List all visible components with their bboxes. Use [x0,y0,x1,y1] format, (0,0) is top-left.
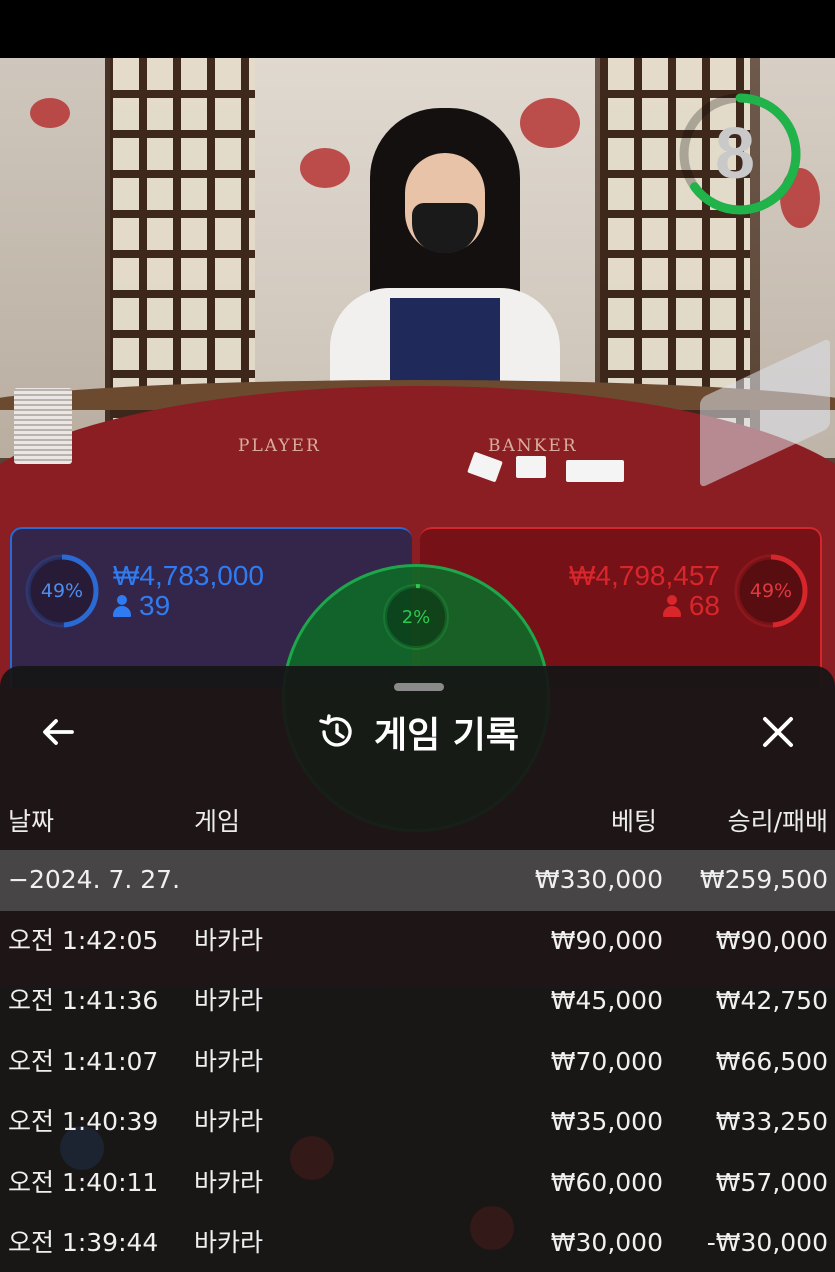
row-time: 오전 1:39:44 [8,1228,159,1257]
player-percent-gauge: 49% [22,551,102,631]
row-bet: ₩45,000 [550,986,663,1015]
playing-card [516,456,546,478]
table-banker-text: BANKER [488,436,578,456]
table-player-text: PLAYER [238,436,321,456]
row-game: 바카라 [194,1107,264,1136]
playing-card [566,460,624,482]
player-percent: 49% [40,580,84,602]
back-arrow-icon [43,719,74,745]
row-time: 오전 1:41:07 [8,1046,159,1076]
banker-percent: 49% [749,580,793,602]
column-header-game: 게임 [194,807,241,836]
history-icon [319,714,352,747]
row-time: 오전 1:42:05 [8,925,159,955]
close-button[interactable] [756,710,800,754]
date-group-result-total: ₩259,500 [699,865,828,894]
sheet-title: 게임 기록 [373,715,519,756]
status-bar [0,0,835,58]
close-icon [763,717,793,747]
column-header-result: 승리/패배 [727,807,828,836]
row-result: -₩30,000 [706,1228,828,1257]
banker-stats: ₩4,798,457 68 [540,561,720,621]
date-group-row[interactable]: −2024. 7. 27. ₩330,000 ₩259,500 [0,850,835,911]
row-bet: ₩30,000 [550,1228,663,1257]
row-bet: ₩35,000 [550,1107,663,1136]
row-bet: ₩70,000 [550,1046,663,1076]
sheet-header: 게임 기록 [0,702,835,762]
table-row[interactable]: 오전 1:40:39 바카라 ₩35,000 ₩33,250 [0,1092,835,1153]
history-table: −2024. 7. 27. ₩330,000 ₩259,500 오전 1:42:… [0,850,835,1272]
row-result: ₩33,250 [715,1107,828,1136]
table-row[interactable]: 오전 1:42:05 바카라 ₩90,000 ₩90,000 [0,911,835,972]
column-header-bet: 베팅 [610,807,657,836]
row-game: 바카라 [194,1046,264,1076]
banker-bettor-count: 68 [688,590,720,621]
row-result: ₩42,750 [715,986,828,1015]
drag-handle[interactable] [394,683,444,691]
row-time: 오전 1:40:11 [8,1167,159,1197]
user-icon [113,595,131,617]
user-icon [662,595,681,617]
column-header-date: 날짜 [8,807,55,836]
row-time: 오전 1:40:39 [8,1107,159,1136]
game-history-sheet: 게임 기록 날짜 게임 베팅 승리/패배 −2024. 7. 27. ₩330,… [0,666,835,1272]
tie-percent: 2% [401,606,431,628]
countdown-timer: 8 [676,90,804,218]
row-bet: ₩60,000 [550,1167,663,1197]
table-row[interactable]: 오전 1:40:11 바카라 ₩60,000 ₩57,000 [0,1153,835,1214]
row-time: 오전 1:41:36 [8,986,159,1015]
row-game: 바카라 [194,986,264,1015]
row-result: ₩66,500 [715,1046,828,1076]
table-row[interactable]: 오전 1:39:44 바카라 ₩30,000 -₩30,000 [0,1213,835,1272]
player-total-bet: ₩4,783,000 [113,560,264,591]
table-row[interactable]: 오전 1:41:36 바카라 ₩45,000 ₩42,750 [0,971,835,1032]
blossom-decoration [30,98,70,128]
date-group-label: −2024. 7. 27. [8,865,181,894]
date-group-bet-total: ₩330,000 [534,865,663,894]
row-game: 바카라 [194,1228,264,1257]
table-row[interactable]: 오전 1:41:07 바카라 ₩70,000 ₩66,500 [0,1032,835,1093]
banker-total-bet: ₩4,798,457 [569,560,720,591]
back-button[interactable] [36,710,80,754]
row-game: 바카라 [194,925,264,955]
row-bet: ₩90,000 [550,925,663,955]
banker-percent-gauge: 49% [731,551,811,631]
card-deck [14,388,72,464]
title-group: 게임 기록 [0,702,835,762]
player-bettor-count: 39 [139,590,171,621]
player-stats: ₩4,783,000 39 [113,561,264,621]
timer-value: 8 [714,114,756,194]
row-result: ₩90,000 [715,925,828,955]
row-game: 바카라 [194,1167,264,1197]
row-result: ₩57,000 [715,1167,828,1197]
